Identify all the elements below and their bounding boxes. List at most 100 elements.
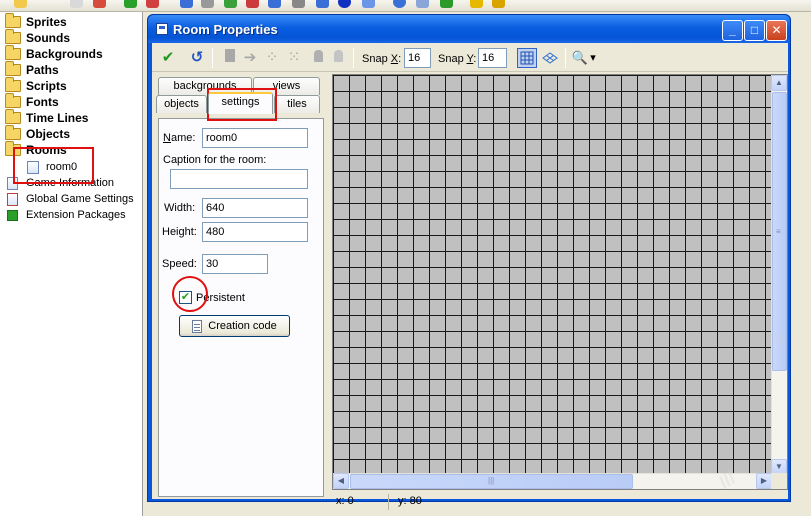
scroll-up-arrow-icon[interactable]: ▲: [771, 75, 787, 91]
toolbar-separator: [353, 48, 354, 68]
extension-plus-icon: [7, 209, 18, 221]
run-icon[interactable]: [124, 0, 137, 8]
tree-folder-label: Fonts: [26, 95, 59, 109]
debug-icon[interactable]: [146, 0, 159, 8]
unlock-icon[interactable]: [329, 49, 347, 67]
tree-folder-time-lines[interactable]: Time Lines: [5, 109, 88, 126]
folder-icon: [5, 13, 21, 28]
tab-settings[interactable]: settings: [208, 92, 273, 114]
tree-folder-backgrounds[interactable]: Backgrounds: [5, 45, 103, 62]
snap-x-input[interactable]: 16: [404, 48, 431, 68]
settings-document-icon: [7, 192, 18, 206]
height-input[interactable]: 480: [202, 222, 308, 242]
vertical-scrollbar[interactable]: ▲ ≡ ▼: [771, 75, 787, 475]
settings-icon[interactable]: [416, 0, 429, 8]
sort-y-icon[interactable]: ⁙: [285, 49, 303, 67]
sort-x-icon[interactable]: ⁘: [263, 49, 281, 67]
speed-label: Speed:: [162, 258, 197, 270]
creation-code-button[interactable]: Creation code: [179, 315, 290, 337]
snap-y-label: Snap Y:: [438, 53, 476, 65]
room-grid-canvas[interactable]: [333, 75, 772, 475]
horizontal-scroll-thumb[interactable]: |||: [350, 474, 633, 489]
toolbar-separator: [565, 48, 566, 68]
scroll-grip-icon: |||: [488, 476, 495, 485]
shift-icon[interactable]: ➔: [241, 49, 259, 67]
isometric-icon[interactable]: [541, 49, 559, 67]
lock-icon[interactable]: [309, 49, 327, 67]
minimize-button[interactable]: _: [722, 20, 743, 41]
horizontal-scrollbar[interactable]: ◀ ||| ▶: [333, 473, 772, 489]
binary-icon[interactable]: [70, 0, 83, 8]
tree-folder-paths[interactable]: Paths: [5, 61, 59, 78]
open-icon[interactable]: [14, 0, 27, 8]
script-icon[interactable]: [268, 0, 281, 8]
status-bar: x: 0 y: 80: [332, 492, 788, 512]
room-name-input[interactable]: room0: [202, 128, 308, 148]
snap-y-suffix: :: [473, 53, 477, 65]
folder-icon: [5, 109, 21, 124]
window-titlebar[interactable]: Room Properties _ □ ✕: [148, 15, 790, 43]
scroll-grip-icon: ≡: [776, 227, 781, 236]
maximize-button[interactable]: □: [744, 20, 765, 41]
status-y: y: 80: [398, 495, 422, 507]
game-info-icon[interactable]: [393, 0, 406, 8]
creation-code-label: Creation code: [208, 320, 277, 332]
path-icon[interactable]: [246, 0, 259, 8]
sprite-icon[interactable]: [180, 0, 193, 8]
window-client: ✔ ↺ ➔ ⁘ ⁙ Snap X: 16 Snap Y: 16 🔍 ▾ back…: [152, 43, 788, 510]
snap-y-prefix: Snap: [438, 53, 467, 65]
toolbar-separator: [212, 48, 213, 68]
highlight-persistent-checkbox: [172, 276, 208, 312]
name-label-rest: ame:: [170, 132, 196, 144]
tree-folder-fonts[interactable]: Fonts: [5, 93, 59, 110]
tree-item-extension-packages[interactable]: Extension Packages: [7, 207, 126, 223]
folder-icon: [5, 29, 21, 44]
exit-icon[interactable]: [492, 0, 505, 8]
tree-folder-objects[interactable]: Objects: [5, 125, 71, 142]
cut-icon[interactable]: [93, 0, 106, 8]
tab-objects[interactable]: objects: [156, 95, 207, 113]
vertical-scroll-thumb[interactable]: ≡: [772, 92, 787, 371]
room-view[interactable]: ▲ ≡ ▼ ◀ ||| ▶: [332, 74, 788, 490]
highlight-room0: [13, 147, 94, 184]
app-toolbar: [0, 0, 811, 12]
tree-folder-label: Sounds: [26, 31, 70, 45]
sound-icon[interactable]: [201, 0, 214, 8]
folder-icon: [5, 93, 21, 108]
tree-item-global-game-settings[interactable]: Global Game Settings: [7, 191, 134, 207]
timeline-icon[interactable]: [316, 0, 329, 8]
background-icon[interactable]: [224, 0, 237, 8]
status-separator: [388, 494, 389, 510]
snap-y-input[interactable]: 16: [478, 48, 507, 68]
show-grid-button[interactable]: [517, 48, 537, 68]
folder-icon: [5, 125, 21, 140]
object-icon[interactable]: [338, 0, 351, 8]
caption-input[interactable]: [170, 169, 308, 189]
tree-folder-scripts[interactable]: Scripts: [5, 77, 67, 94]
name-label: Name:: [163, 132, 195, 144]
tree-folder-sprites[interactable]: Sprites: [5, 13, 67, 30]
snap-x-accel: X: [390, 53, 399, 65]
ok-check-icon[interactable]: ✔: [159, 49, 177, 67]
scroll-right-arrow-icon[interactable]: ▶: [756, 473, 772, 489]
speed-input[interactable]: 30: [202, 254, 268, 274]
snap-x-suffix: :: [398, 53, 402, 65]
zoom-magnifier-icon[interactable]: 🔍: [571, 49, 589, 67]
scroll-left-arrow-icon[interactable]: ◀: [333, 473, 349, 489]
tree-folder-label: Objects: [26, 127, 71, 141]
snap-x-prefix: Snap: [362, 53, 391, 65]
font-icon[interactable]: [292, 0, 305, 8]
tab-tiles[interactable]: tiles: [274, 95, 320, 113]
tree-folder-sounds[interactable]: Sounds: [5, 29, 70, 46]
document-icon: [192, 319, 203, 333]
tree-folder-label: Backgrounds: [26, 47, 103, 61]
zoom-dropdown-icon[interactable]: ▾: [588, 49, 598, 67]
width-input[interactable]: 640: [202, 198, 308, 218]
close-button[interactable]: ✕: [766, 20, 787, 41]
clear-icon[interactable]: [221, 49, 239, 67]
tree-item-label: Extension Packages: [26, 209, 126, 221]
undo-icon[interactable]: ↺: [188, 49, 206, 67]
help-icon[interactable]: [470, 0, 483, 8]
room-icon[interactable]: [362, 0, 375, 8]
extensions-icon[interactable]: [440, 0, 453, 8]
